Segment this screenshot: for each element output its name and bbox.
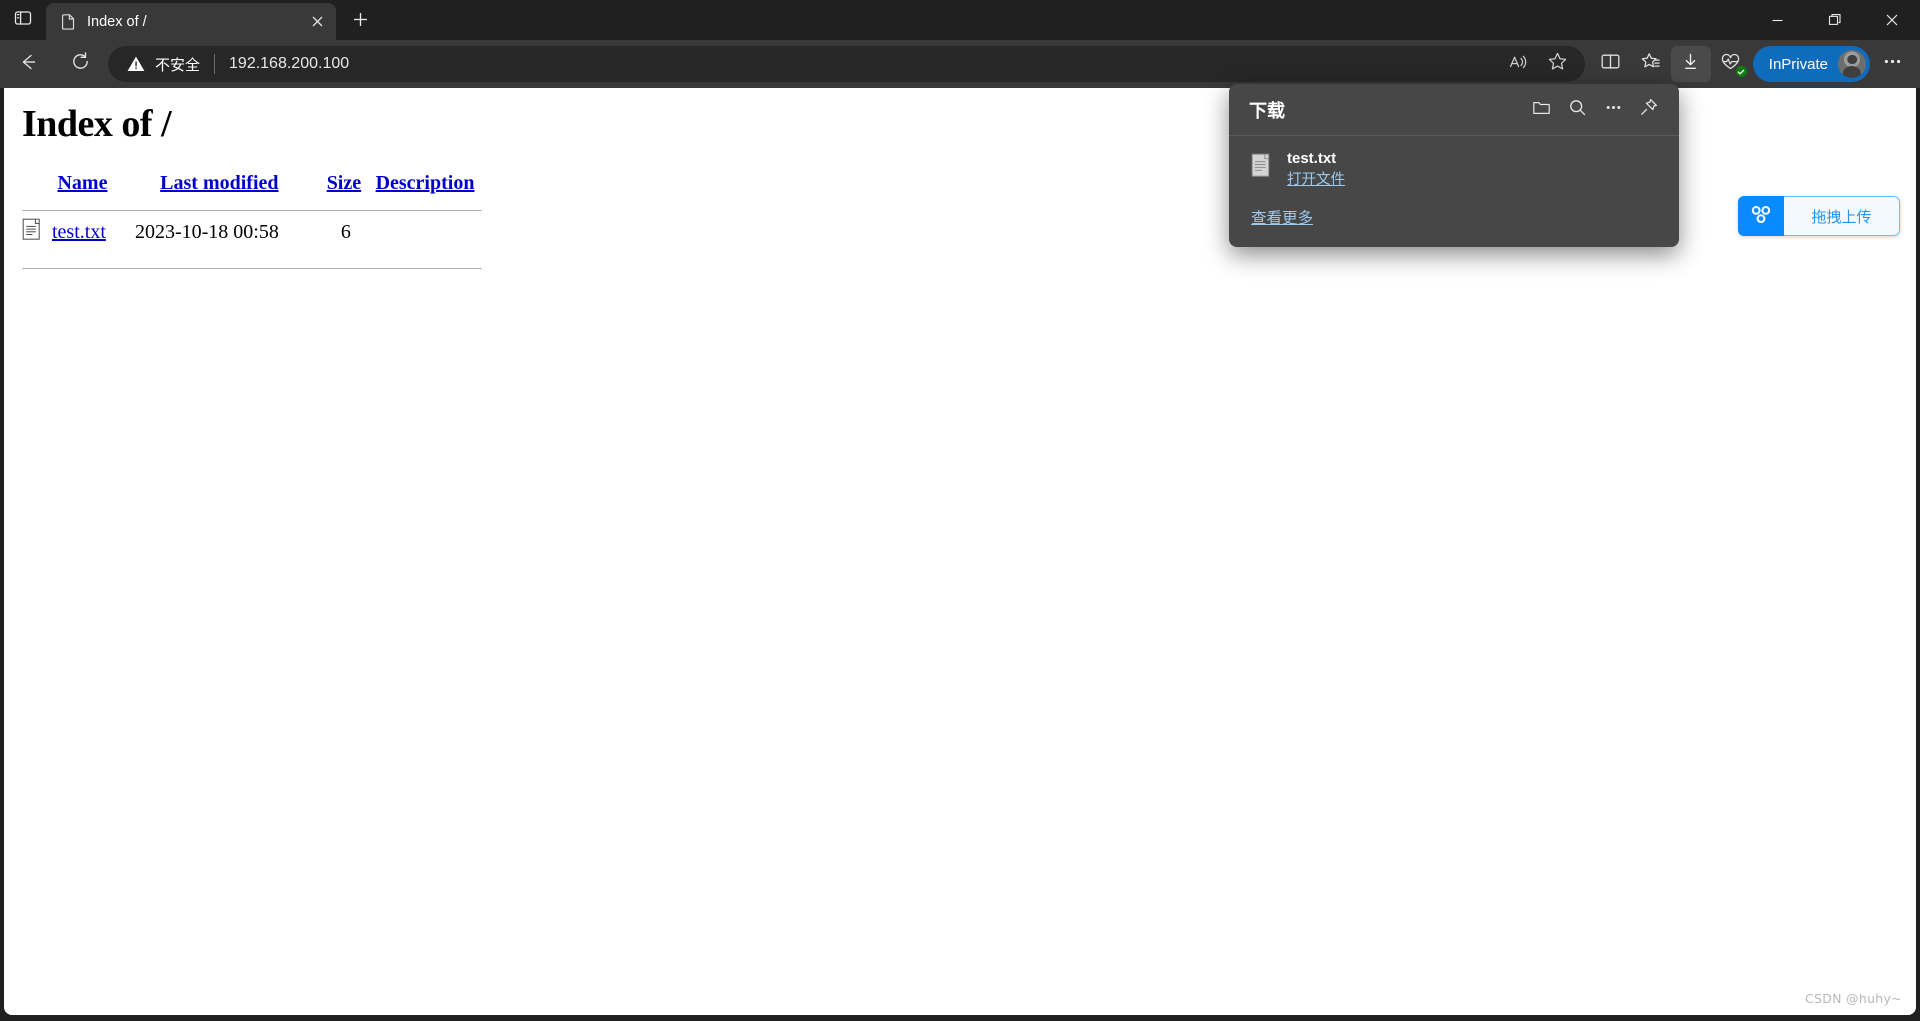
column-header-last-modified[interactable]: Last modified: [135, 172, 324, 203]
download-file-name: test.txt: [1287, 150, 1337, 167]
split-screen-icon: [1600, 51, 1621, 77]
ellipsis-icon: [1882, 51, 1903, 77]
file-last-modified-cell: 2023-10-18 00:58: [134, 221, 279, 243]
horizontal-rule: [22, 268, 482, 269]
url-text[interactable]: 192.168.200.100: [229, 55, 1499, 73]
download-icon: [1680, 51, 1701, 77]
close-window-button[interactable]: [1863, 0, 1920, 40]
search-icon: [1568, 98, 1587, 122]
file-link[interactable]: test.txt: [52, 221, 106, 243]
drag-upload-widget[interactable]: 拖拽上传: [1738, 196, 1900, 236]
collections-button[interactable]: [1631, 46, 1671, 82]
ellipsis-icon: [1604, 98, 1623, 122]
browser-essentials-button[interactable]: [1711, 46, 1751, 82]
footer-rule-row: [22, 247, 482, 269]
restore-button[interactable]: [1806, 0, 1863, 40]
table-header-row: Name Last modified Size Description: [22, 172, 482, 203]
tab-title: Index of /: [87, 13, 147, 30]
search-downloads-button[interactable]: [1559, 92, 1595, 128]
open-downloads-folder-button[interactable]: [1523, 92, 1559, 128]
open-file-link[interactable]: 打开文件: [1287, 168, 1345, 189]
inprivate-label: InPrivate: [1768, 55, 1828, 73]
upload-label: 拖拽上传: [1811, 207, 1872, 226]
read-aloud-icon: [1508, 52, 1528, 77]
downloads-header: 下载: [1229, 84, 1679, 136]
file-name-cell: test.txt: [52, 211, 135, 247]
column-header-description[interactable]: Description: [368, 172, 482, 203]
downloads-button[interactable]: [1670, 46, 1711, 82]
back-button[interactable]: [8, 46, 48, 82]
upload-icon-container: [1738, 196, 1784, 236]
back-arrow-icon: [17, 51, 39, 78]
watermark: CSDN @huhy~: [1804, 991, 1902, 1006]
split-screen-button[interactable]: [1591, 46, 1631, 82]
downloads-title: 下载: [1249, 100, 1285, 122]
reload-icon: [70, 51, 91, 77]
text-file-icon: [1251, 153, 1273, 179]
tab-search-icon: [14, 9, 32, 32]
directory-index-table: Name Last modified Size Description test…: [22, 172, 482, 269]
pin-icon: [1639, 97, 1659, 122]
pin-downloads-button[interactable]: [1631, 92, 1667, 128]
omnibox-actions: [1499, 48, 1577, 80]
reload-button[interactable]: [60, 46, 100, 82]
download-item-meta: test.txt 打开文件: [1287, 150, 1345, 189]
downloads-more-options-button[interactable]: [1595, 92, 1631, 128]
minimize-button[interactable]: [1749, 0, 1806, 40]
avatar: [1838, 50, 1866, 78]
plus-icon: [352, 11, 369, 33]
inprivate-profile-button[interactable]: InPrivate: [1752, 46, 1870, 82]
collections-icon: [1640, 51, 1662, 78]
title-bar: Index of /: [0, 0, 1920, 40]
address-bar[interactable]: 不安全 192.168.200.100: [108, 46, 1585, 82]
download-list-item[interactable]: test.txt 打开文件: [1229, 136, 1679, 189]
browser-tab[interactable]: Index of /: [46, 3, 336, 40]
column-header-icon: [22, 172, 52, 203]
read-aloud-button[interactable]: [1499, 48, 1537, 80]
upload-label-container[interactable]: 拖拽上传: [1784, 196, 1900, 236]
tab-close-button[interactable]: [304, 9, 330, 35]
page-icon: [60, 13, 77, 30]
column-header-size[interactable]: Size: [324, 172, 368, 203]
downloads-flyout: 下载 test.txt 打开文件 查看更多: [1229, 84, 1679, 247]
new-tab-button[interactable]: [341, 3, 379, 40]
see-more-downloads-link[interactable]: 查看更多: [1251, 206, 1313, 228]
settings-and-more-button[interactable]: [1872, 46, 1912, 82]
window-controls: [1749, 0, 1920, 40]
footer-rule-cell: [22, 247, 482, 269]
folder-icon: [1532, 98, 1551, 122]
warning-triangle-icon[interactable]: [126, 54, 146, 74]
file-description-cell: [368, 211, 482, 247]
security-status-label: 不安全: [155, 55, 201, 74]
status-check-badge: [1735, 66, 1747, 77]
file-size-cell: 6: [340, 221, 351, 243]
header-rule-cell: [22, 203, 482, 211]
star-icon: [1547, 51, 1568, 77]
navigation-toolbar: 不安全 192.168.200.100 InPrivate: [0, 40, 1920, 88]
baidu-netdisk-icon: [1748, 203, 1774, 230]
add-favorite-button[interactable]: [1539, 48, 1577, 80]
file-type-icon-cell: [22, 211, 52, 247]
tab-search-button[interactable]: [0, 0, 46, 40]
column-header-name[interactable]: Name: [52, 172, 135, 203]
omnibox-separator: [214, 54, 216, 74]
header-rule-row: [22, 203, 482, 211]
text-file-icon: [22, 218, 43, 246]
table-row: test.txt 2023-10-18 00:58 6: [22, 211, 482, 247]
